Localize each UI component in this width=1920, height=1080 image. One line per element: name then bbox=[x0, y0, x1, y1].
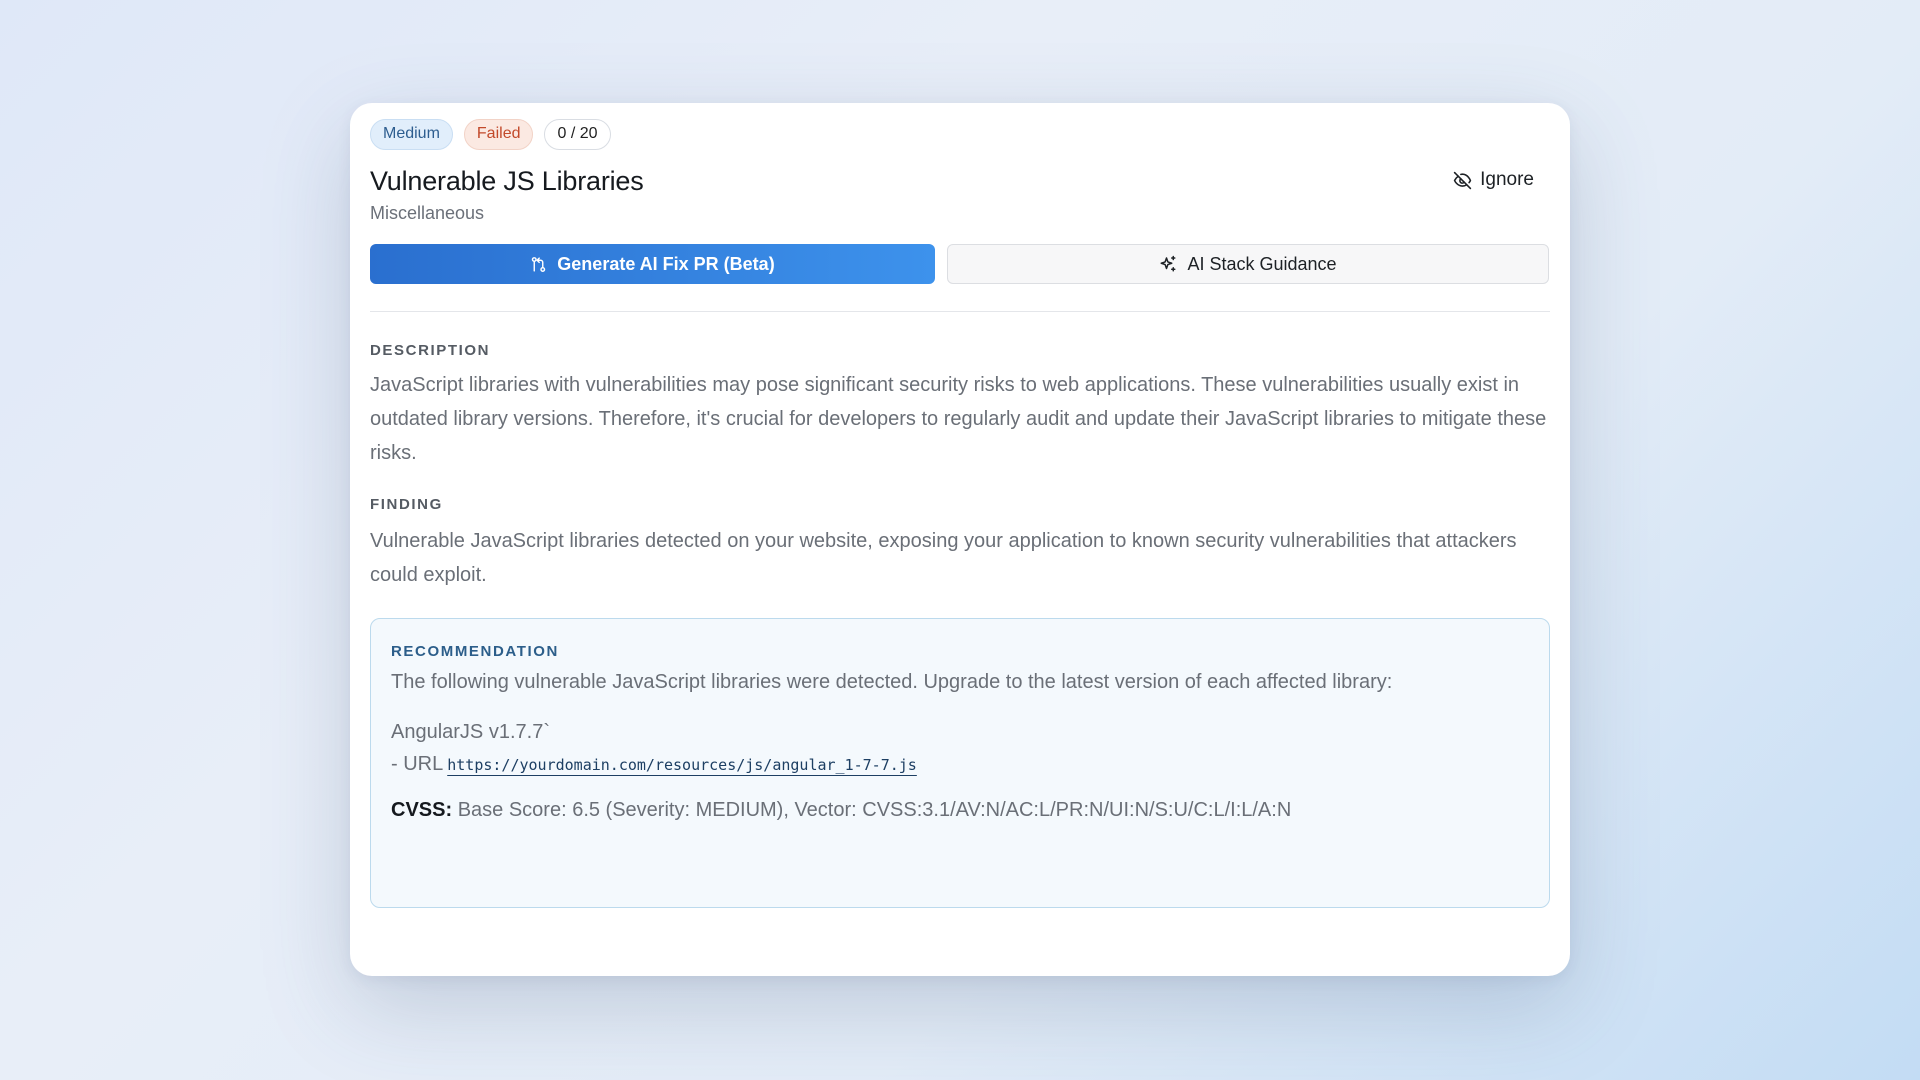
recommendation-box: RECOMMENDATION The following vulnerable … bbox=[370, 618, 1550, 908]
description-text: JavaScript libraries with vulnerabilitie… bbox=[370, 374, 1547, 464]
ignore-button[interactable]: Ignore bbox=[1453, 169, 1534, 191]
library-name: AngularJS v1.7.7` bbox=[391, 721, 550, 743]
finding-text: Vulnerable JavaScript libraries detected… bbox=[370, 530, 1517, 586]
generate-ai-fix-pr-button[interactable]: Generate AI Fix PR (Beta) bbox=[370, 244, 935, 284]
badge-row: Medium Failed 0 / 20 bbox=[370, 117, 1550, 151]
sparkles-icon bbox=[1159, 255, 1177, 273]
action-bar: Generate AI Fix PR (Beta) AI Stack Guida… bbox=[370, 244, 1550, 284]
score-badge: 0 / 20 bbox=[544, 118, 611, 150]
url-prefix: - URL bbox=[391, 753, 444, 775]
git-pull-request-icon bbox=[530, 256, 547, 273]
cvss-value: Base Score: 6.5 (Severity: MEDIUM), Vect… bbox=[457, 799, 1292, 821]
divider bbox=[370, 311, 1550, 312]
ai-stack-guidance-button[interactable]: AI Stack Guidance bbox=[947, 244, 1549, 284]
cvss-row: CVSS: Base Score: 6.5 (Severity: MEDIUM)… bbox=[391, 799, 1529, 822]
description-heading: DESCRIPTION bbox=[370, 342, 491, 359]
recommendation-intro: The following vulnerable JavaScript libr… bbox=[391, 671, 1393, 693]
eye-off-icon bbox=[1453, 171, 1472, 190]
status-badge: Failed bbox=[463, 118, 534, 150]
cvss-label: CVSS: bbox=[391, 799, 453, 821]
generate-ai-fix-pr-label: Generate AI Fix PR (Beta) bbox=[557, 253, 775, 274]
category-label: Miscellaneous bbox=[370, 203, 485, 223]
finding-heading: FINDING bbox=[370, 496, 443, 513]
finding-card: Medium Failed 0 / 20 Vulnerable JS Libra… bbox=[350, 103, 1570, 976]
recommendation-heading: RECOMMENDATION bbox=[391, 643, 559, 660]
library-url-link[interactable]: https://yourdomain.com/resources/js/angu… bbox=[447, 756, 917, 774]
page-title: Vulnerable JS Libraries bbox=[370, 166, 644, 196]
ignore-label: Ignore bbox=[1480, 169, 1534, 190]
ai-stack-guidance-label: AI Stack Guidance bbox=[1187, 253, 1337, 274]
severity-badge: Medium bbox=[370, 118, 453, 150]
library-url-row: - URL https://yourdomain.com/resources/j… bbox=[391, 753, 1529, 776]
title-row: Vulnerable JS Libraries Ignore bbox=[370, 163, 1550, 199]
